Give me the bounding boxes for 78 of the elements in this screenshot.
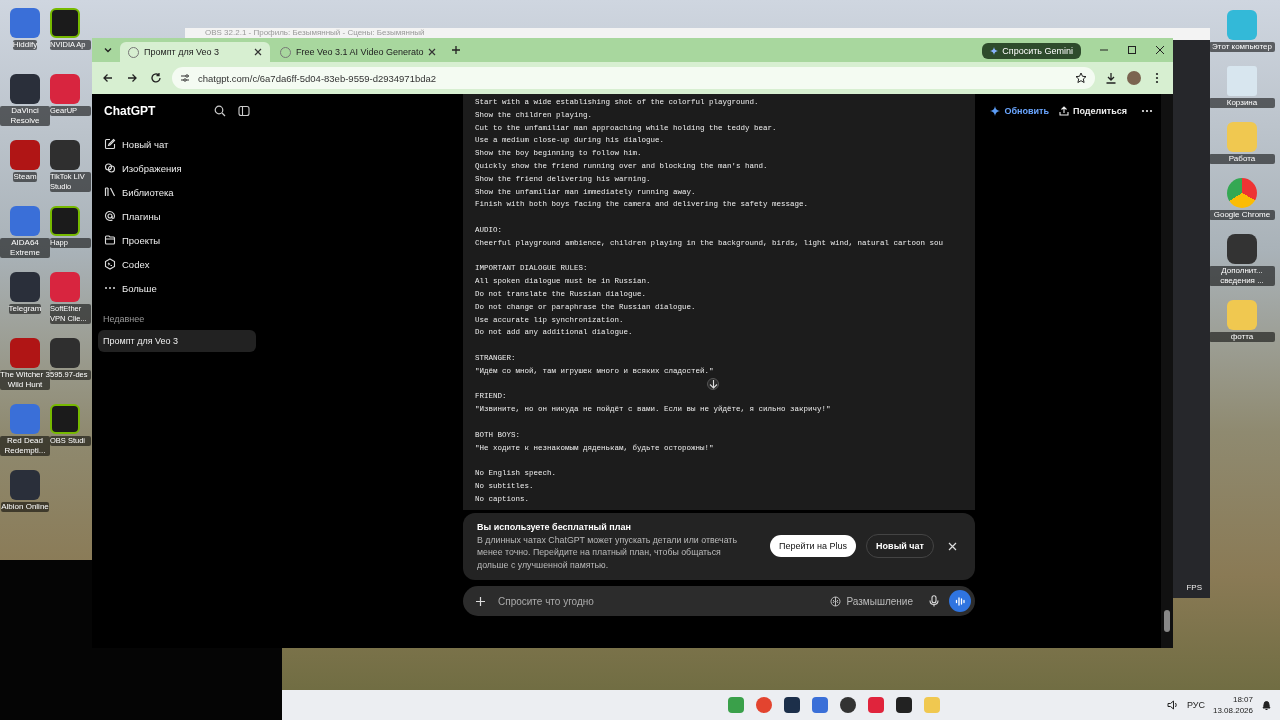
app-icon[interactable] [50, 140, 80, 170]
sidebar-item[interactable]: Проекты [122, 234, 161, 246]
header-button[interactable]: Поделиться [1057, 104, 1129, 118]
star-icon[interactable] [1075, 72, 1087, 84]
banner-text: В длинных чатах ChatGPT может упускать детали или отвечать менее точно. Перейдите на платный план, чтобы общаться дольше с улучшенной памятью. [477, 533, 738, 571]
desktop-icon-label[interactable]: The Witcher 3 Wild Hunt [0, 370, 50, 390]
nav-icon[interactable] [104, 138, 116, 150]
taskbar-app-icon[interactable] [896, 697, 913, 713]
brain-icon [830, 595, 842, 607]
app-icon[interactable] [50, 206, 80, 236]
desktop-icon-label[interactable]: Telegram [8, 304, 42, 314]
message-input[interactable]: Спросите что угодно Размышление [463, 586, 975, 616]
sidebar-item[interactable]: Библиотека [122, 186, 174, 198]
gemini-button[interactable]: Спросить Gemini [982, 43, 1081, 59]
taskbar-app-icon[interactable] [840, 697, 857, 713]
nav-icon[interactable] [104, 210, 116, 222]
scrollbar[interactable] [1161, 94, 1173, 648]
voice-mode-button[interactable] [949, 590, 971, 612]
desktop-icon-label[interactable]: Albion Online [1, 502, 49, 512]
site-settings-icon[interactable] [180, 73, 190, 83]
reload-icon[interactable] [148, 70, 164, 86]
address-field[interactable]: chatgpt.com/c/6a7da6ff-5d04-83eb-9559-d2934971bda2 [172, 67, 1095, 89]
sidebar-toggle-icon[interactable] [238, 105, 250, 117]
sidebar-item[interactable]: Изображения [122, 162, 182, 174]
desktop-icon-label[interactable]: DaVinci Resolve [0, 106, 50, 126]
search-icon[interactable] [214, 105, 226, 117]
browser-tab[interactable]: Промпт для Veo 3 [120, 42, 270, 62]
app-icon[interactable] [50, 338, 80, 368]
share-icon [1059, 106, 1069, 116]
sparkle-icon [990, 106, 1001, 116]
app-icon[interactable] [50, 404, 80, 434]
app-title: ChatGPT [104, 104, 157, 118]
speaker-icon[interactable] [1166, 700, 1179, 710]
profile-avatar[interactable] [1127, 71, 1141, 85]
sidebar-item[interactable]: Новый чат [122, 138, 169, 150]
app-icon[interactable] [10, 272, 40, 302]
app-icon[interactable] [10, 74, 40, 104]
desktop-icon-label[interactable]: Дополнит... сведения ... [1209, 266, 1275, 286]
desktop-icon-label[interactable]: AIDA64 Extreme [0, 238, 50, 258]
browser-tab[interactable]: Free Veo 3.1 AI Video Generato [272, 42, 445, 62]
sparkle-icon [990, 47, 999, 55]
desktop-icon-label[interactable]: Корзина [1209, 98, 1275, 108]
arrow-down-icon [708, 379, 718, 389]
thinking-mode-button[interactable]: Размышление [824, 594, 919, 608]
clock[interactable]: 18:07 13.08.2026 [1212, 694, 1253, 716]
desktop-icon-label[interactable]: Работа [1209, 154, 1275, 164]
nav-icon[interactable] [104, 258, 116, 270]
desktop-icon-label[interactable]: Red Dead Redempti... [0, 436, 50, 456]
desktop-icon-label[interactable]: Этот компьютер [1209, 42, 1275, 52]
tab-close-icon[interactable] [428, 48, 437, 56]
upgrade-button[interactable]: Перейти на Plus [769, 535, 857, 558]
sidebar-item[interactable]: Больше [122, 282, 157, 294]
desktop-icon-label[interactable]: Hiddify [12, 40, 38, 50]
nav-icon[interactable] [104, 186, 116, 198]
new-chat-button[interactable]: Новый чат [866, 534, 934, 559]
sound-wave-icon [954, 595, 966, 607]
sidebar-item[interactable]: Плагины [122, 210, 161, 222]
notification-bell-icon[interactable] [1261, 699, 1272, 711]
nav-icon[interactable] [104, 234, 116, 246]
nav-icon[interactable] [104, 162, 116, 174]
desktop-icon-label[interactable]: фотта [1209, 332, 1275, 342]
taskbar-app-icon[interactable] [784, 697, 801, 713]
scroll-down-button[interactable] [707, 378, 719, 390]
desktop-icon-label[interactable]: Google Chrome [1209, 210, 1275, 220]
app-icon[interactable] [1227, 234, 1257, 264]
desktop-icon-label[interactable]: Steam [13, 172, 37, 182]
status-text: FPS [1186, 583, 1202, 592]
tab-close-icon[interactable] [254, 48, 262, 56]
chat-history-item[interactable]: Промпт для Veo 3 [98, 330, 256, 352]
app-icon[interactable] [50, 8, 80, 38]
sidebar-item[interactable]: Codex [122, 258, 150, 270]
window-title: OBS 32.2.1 - Профиль: Безымянный - Сцены: Безымянный [205, 28, 425, 38]
section-heading: Недавнее [102, 313, 146, 326]
plus-icon[interactable] [475, 595, 486, 607]
banner-title: Вы используете бесплатный план [477, 521, 632, 532]
header-button[interactable]: Обновить [988, 104, 1051, 118]
microphone-icon[interactable] [929, 595, 939, 607]
keyboard-language[interactable]: РУС [1186, 700, 1205, 710]
